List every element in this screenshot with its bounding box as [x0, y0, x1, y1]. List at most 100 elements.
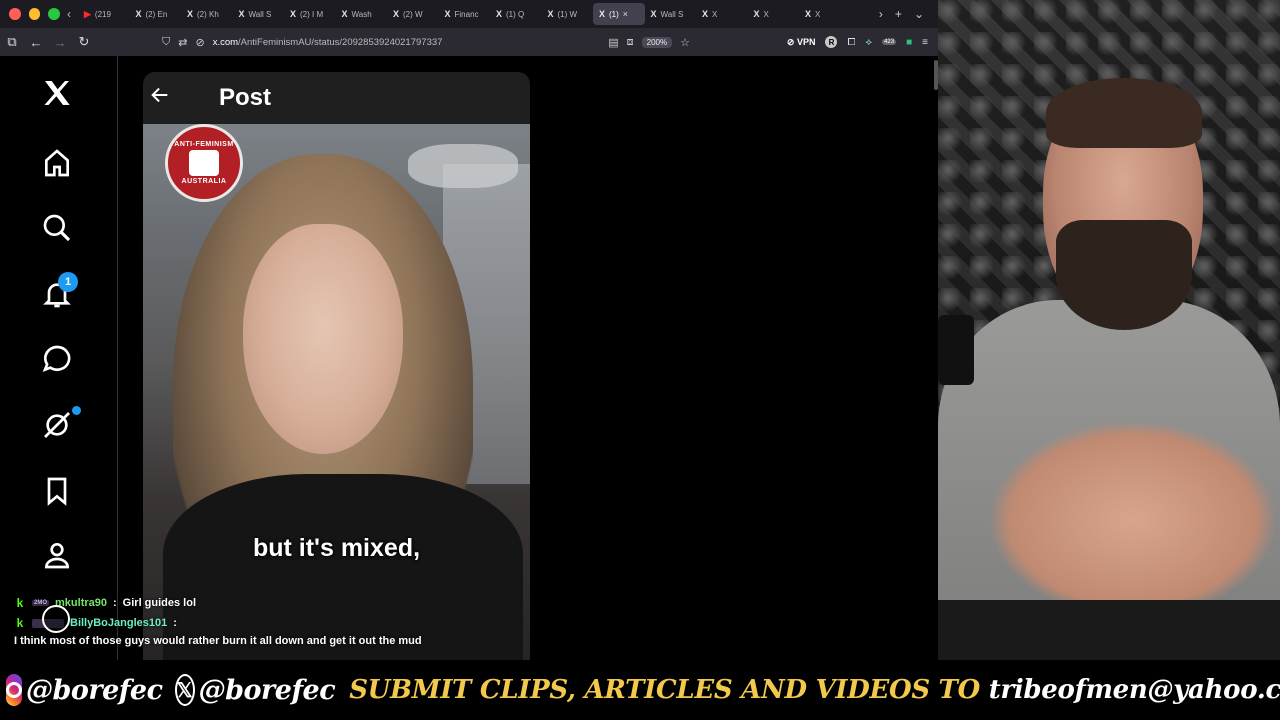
tab-label: (219 [94, 9, 111, 19]
extension-count-badge[interactable]: 423 [882, 39, 897, 45]
browser-tab[interactable]: X (2) I M [284, 3, 336, 25]
bottom-banner: @borefec 𝕏 @borefec SUBMIT CLIPS, ARTICL… [0, 660, 1280, 720]
mouse-cursor-highlight [42, 605, 70, 633]
x-icon: X [805, 9, 812, 19]
tab-label: (1) [609, 9, 619, 19]
youtube-icon: ▶ [84, 8, 91, 19]
streamer-hair [1046, 78, 1202, 148]
chat-overlay: k 2MO mkultra90 : Girl guides lol k Bill… [14, 593, 534, 647]
browser-tab[interactable]: X (1) W [542, 3, 594, 25]
video-caption: but it's mixed, [252, 534, 421, 562]
kick-icon: k [16, 596, 24, 610]
extension-r-icon[interactable]: R [825, 36, 838, 48]
tab-scroll-right-icon[interactable]: › [879, 7, 883, 21]
back-button[interactable]: ← [24, 35, 48, 50]
grok-new-dot [72, 406, 81, 415]
tab-list-dropdown-icon[interactable]: ⌄ [914, 7, 924, 21]
home-icon[interactable] [38, 144, 76, 182]
browser-tab[interactable]: X (2) W [387, 3, 439, 25]
sub-badge: 2MO [32, 600, 50, 606]
screenshot-icon[interactable]: ⧈ [627, 36, 634, 49]
x-icon: X [650, 9, 657, 19]
close-tab-icon[interactable]: × [623, 9, 628, 19]
car-dome-light [408, 144, 518, 188]
submit-text: SUBMIT CLIPS, ARTICLES AND VIDEOS TO [349, 675, 980, 705]
logo-bottom-text: AUSTRALIA [181, 178, 227, 185]
post-back-button[interactable] [147, 84, 173, 112]
extension-leaf-icon[interactable]: ⟡ [865, 37, 872, 48]
chat-separator: : [113, 597, 117, 609]
browser-tab[interactable]: X Wash [336, 3, 388, 25]
tab-label: Wash [351, 9, 372, 19]
tab-label: X [815, 9, 821, 19]
x-icon: X [444, 9, 451, 19]
reader-view-icon[interactable]: ▤ [608, 36, 618, 49]
messages-icon[interactable] [38, 340, 76, 378]
url-host: x.com [212, 36, 239, 48]
zoom-window-button[interactable] [48, 8, 61, 20]
minimize-window-button[interactable] [28, 8, 41, 20]
url-text[interactable]: x.com/AntiFeminismAU/status/209285392402… [213, 37, 443, 48]
browser-tab[interactable]: XX [696, 3, 748, 25]
browser-tab[interactable]: X Financ [439, 3, 491, 25]
url-path: /AntiFeminismAU/status/20928539240217973… [238, 36, 443, 48]
browser-tab[interactable]: XX [748, 3, 800, 25]
browser-tab[interactable]: X (1) Q [490, 3, 542, 25]
post-video[interactable]: ANTI-FEMINISM AUSTRALIA but it's mixed, [143, 124, 530, 660]
chat-message: k BillyBoJangles101 : [14, 613, 534, 633]
forward-button[interactable]: → [48, 35, 72, 50]
shield-icon[interactable]: ⛉ [162, 36, 170, 49]
navigation-toolbar: ⧉ ← → ↻ ⛉ ⇄ ⊘ x.com/AntiFeminismAU/statu… [0, 28, 938, 56]
extension-green-icon[interactable]: ■ [906, 37, 912, 48]
search-icon[interactable] [38, 209, 76, 247]
tab-tools: › + ⌄ [873, 7, 938, 21]
chat-text: Girl guides lol [122, 597, 197, 609]
sidebar-divider [117, 56, 118, 660]
tab-label: (2) En [145, 9, 168, 19]
submit-message: SUBMIT CLIPS, ARTICLES AND VIDEOS TO tri… [349, 675, 1280, 705]
browser-tab[interactable]: XX [799, 3, 851, 25]
anti-feminism-australia-logo: ANTI-FEMINISM AUSTRALIA [165, 124, 243, 202]
notification-count-badge: 1 [58, 272, 78, 292]
zoom-level[interactable]: 200% [641, 36, 673, 48]
x-logo-icon: 𝕏 [174, 674, 195, 706]
tab-label: (1) W [557, 9, 578, 19]
browser-tab[interactable]: ▶ (219 [78, 3, 130, 25]
tab-label: (2) Kh [197, 9, 219, 19]
browser-tab[interactable]: X (2) Kh [181, 3, 233, 25]
browser-tab[interactable]: X Wall S [645, 3, 697, 25]
browser-window: ‹ ▶ (219 X (2) En X (2) Kh X Wall S X (2) I M X Was… [0, 0, 938, 660]
extensions-puzzle-icon[interactable]: ⧠ [847, 37, 855, 48]
tracking-blocked-icon[interactable]: ⊘ [195, 36, 204, 49]
chat-text: I think most of those guys would rather … [14, 635, 422, 647]
bookmark-star-icon[interactable]: ☆ [680, 36, 690, 49]
x-icon: X [753, 9, 760, 19]
profile-icon[interactable] [38, 536, 76, 574]
tab-scroll-left-icon[interactable]: ‹ [60, 7, 78, 21]
address-bar[interactable]: ⛉ ⇄ ⊘ x.com/AntiFeminismAU/status/209285… [156, 31, 696, 53]
x-icon: X [341, 9, 348, 19]
browser-tab[interactable]: X Wall S [233, 3, 285, 25]
browser-tab[interactable]: X (2) En [130, 3, 182, 25]
tab-label: (2) W [403, 9, 423, 19]
permissions-icon[interactable]: ⇄ [178, 36, 187, 49]
x-icon: X [238, 9, 245, 19]
grok-icon[interactable] [38, 406, 76, 444]
vpn-label: VPN [796, 36, 816, 47]
x-icon: X [290, 9, 297, 19]
menu-icon[interactable]: ≡ [922, 37, 928, 48]
sidebar-toggle-icon[interactable]: ⧉ [0, 34, 24, 50]
x-logo-icon[interactable] [38, 74, 76, 112]
streamer-beard [1056, 220, 1192, 330]
reload-button[interactable]: ↻ [72, 34, 96, 50]
logo-emblem-icon [189, 150, 219, 176]
bookmarks-icon[interactable] [38, 472, 76, 510]
new-tab-icon[interactable]: + [895, 7, 902, 21]
tab-label: X [763, 9, 769, 19]
browser-tab[interactable]: X (1) × [593, 3, 645, 25]
x-icon: X [547, 9, 554, 19]
tab-label: (2) I M [300, 9, 324, 19]
kick-icon: k [16, 616, 24, 630]
close-window-button[interactable] [9, 8, 21, 20]
vpn-button[interactable]: ⊘ VPN [787, 37, 816, 48]
